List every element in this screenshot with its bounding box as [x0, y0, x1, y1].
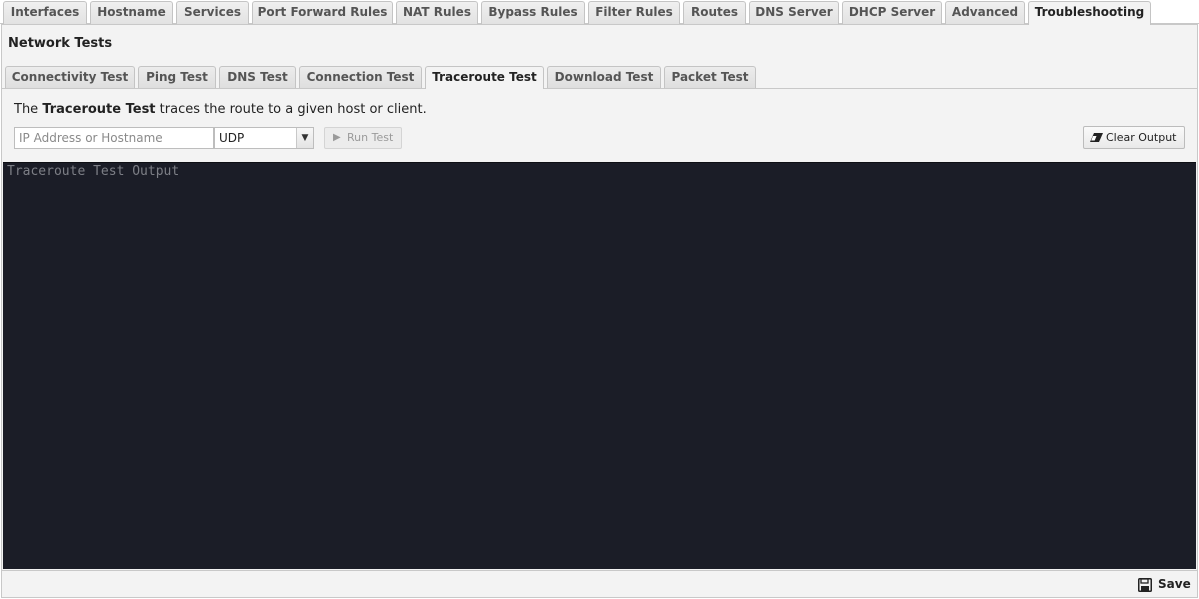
panel-footer: Save: [2, 570, 1197, 597]
tab-interfaces[interactable]: Interfaces: [3, 1, 87, 24]
tab-port-forward-rules[interactable]: Port Forward Rules: [252, 1, 393, 24]
protocol-selected-value: UDP: [219, 131, 245, 145]
run-test-label: Run Test: [347, 131, 394, 144]
subtab-bar-divider: [2, 88, 1197, 89]
tab-routes[interactable]: Routes: [683, 1, 746, 24]
tab-services[interactable]: Services: [176, 1, 249, 24]
play-icon: ▶: [333, 132, 341, 143]
floppy-disk-icon: [1138, 578, 1152, 592]
description-suffix: traces the route to a given host or clie…: [155, 102, 427, 117]
eraser-icon: [1090, 133, 1103, 142]
clear-output-label: Clear Output: [1106, 131, 1177, 144]
test-tab-bar: Connectivity Test Ping Test DNS Test Con…: [2, 63, 1197, 89]
chevron-down-icon[interactable]: ▼: [296, 128, 313, 148]
output-placeholder: Traceroute Test Output: [7, 164, 180, 179]
tab-bypass-rules[interactable]: Bypass Rules: [481, 1, 585, 24]
traceroute-output-console[interactable]: Traceroute Test Output: [3, 162, 1196, 569]
subtab-traceroute-test[interactable]: Traceroute Test: [425, 66, 544, 89]
clear-output-button[interactable]: Clear Output: [1083, 126, 1185, 149]
tab-troubleshooting[interactable]: Troubleshooting: [1028, 1, 1151, 25]
protocol-select[interactable]: UDP ▼: [214, 127, 314, 149]
run-test-button[interactable]: ▶ Run Test: [324, 127, 402, 149]
tab-hostname[interactable]: Hostname: [90, 1, 173, 24]
tab-nat-rules[interactable]: NAT Rules: [396, 1, 478, 24]
panel-title: Network Tests: [8, 36, 113, 51]
description-prefix: The: [14, 102, 43, 117]
network-tests-panel: Network Tests Connectivity Test Ping Tes…: [1, 24, 1198, 598]
tab-filter-rules[interactable]: Filter Rules: [588, 1, 680, 24]
host-input[interactable]: [14, 127, 214, 149]
save-button[interactable]: Save: [1136, 576, 1196, 594]
tab-dns-server[interactable]: DNS Server: [749, 1, 839, 24]
subtab-connection-test[interactable]: Connection Test: [299, 66, 422, 88]
main-tab-bar: Interfaces Hostname Services Port Forwar…: [0, 0, 1199, 25]
description-test-name: Traceroute Test: [42, 102, 156, 117]
tab-dhcp-server[interactable]: DHCP Server: [842, 1, 942, 24]
test-description: The Traceroute Test traces the route to …: [14, 102, 427, 117]
subtab-download-test[interactable]: Download Test: [547, 66, 661, 88]
subtab-packet-test[interactable]: Packet Test: [664, 66, 756, 88]
tab-advanced[interactable]: Advanced: [945, 1, 1025, 24]
subtab-dns-test[interactable]: DNS Test: [219, 66, 296, 88]
subtab-ping-test[interactable]: Ping Test: [138, 66, 216, 88]
save-label: Save: [1158, 577, 1191, 591]
subtab-connectivity-test[interactable]: Connectivity Test: [5, 66, 135, 88]
